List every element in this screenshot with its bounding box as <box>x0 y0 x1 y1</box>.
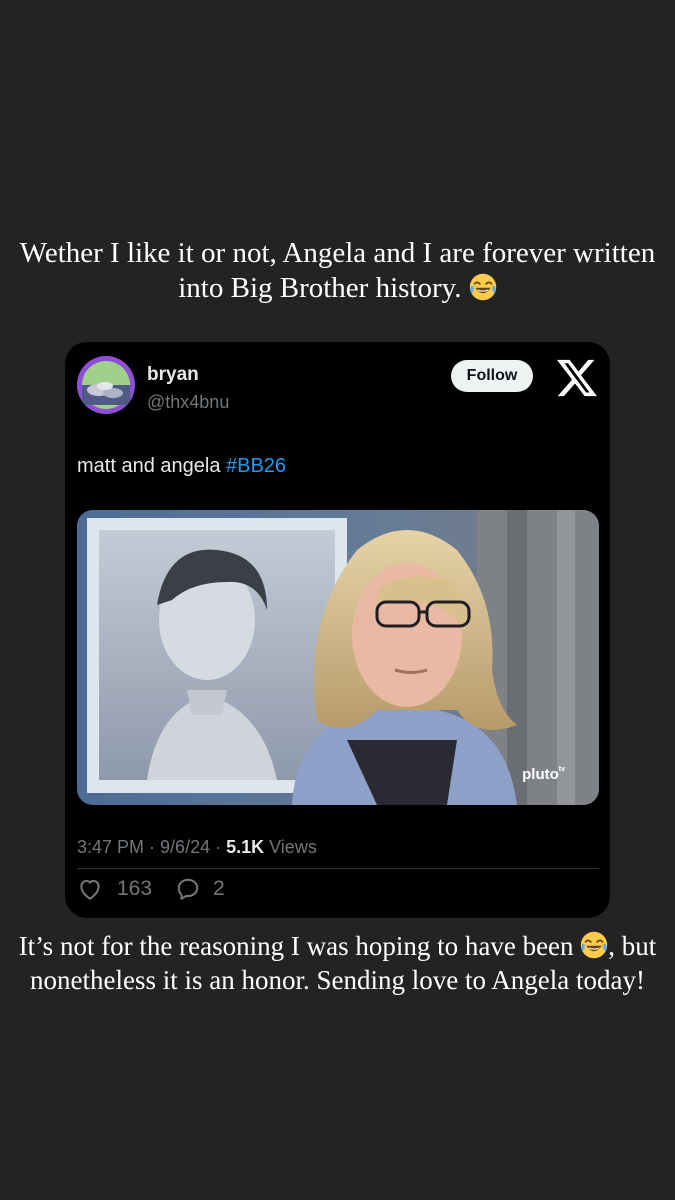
hashtag-link[interactable]: #BB26 <box>226 455 286 477</box>
tweet-body: matt and angela <box>77 455 226 477</box>
story-caption-top: Wether I like it or not, Angela and I ar… <box>0 236 675 307</box>
avatar-image <box>77 356 135 414</box>
user-handle[interactable]: @thx4bnu <box>147 392 229 413</box>
display-name[interactable]: bryan <box>147 364 199 386</box>
x-logo-icon[interactable] <box>555 358 599 398</box>
embedded-tweet-card[interactable]: bryan @thx4bnu Follow matt and angela #B… <box>65 342 610 918</box>
meta-separator-2: · <box>210 837 227 857</box>
meta-separator-1: · <box>144 837 161 857</box>
tweet-text: matt and angela #BB26 <box>77 455 286 478</box>
avatar[interactable] <box>77 356 135 414</box>
heart-icon[interactable] <box>77 876 103 902</box>
tweet-media-image[interactable]: plutotv <box>77 510 599 805</box>
reply-bubble-icon[interactable] <box>175 876 201 902</box>
media-photo <box>77 510 599 805</box>
pluto-watermark-sup: tv <box>558 766 565 773</box>
views-count: 5.1K <box>226 837 265 857</box>
reply-count: 2 <box>213 877 225 900</box>
story-caption-bottom: It’s not for the reasoning I was hoping … <box>0 930 675 998</box>
caption-bottom-text-1: It’s not for the reasoning I was hoping … <box>18 931 574 961</box>
laughing-crying-emoji-icon <box>581 931 608 959</box>
caption-top-text: Wether I like it or not, Angela and I ar… <box>19 237 656 305</box>
divider <box>77 868 599 869</box>
like-count: 163 <box>117 877 153 900</box>
tweet-time[interactable]: 3:47 PM <box>77 837 144 857</box>
views-label: Views <box>264 837 317 857</box>
pluto-tv-watermark: plutotv <box>522 766 565 783</box>
pluto-watermark-text: pluto <box>522 766 559 783</box>
tweet-date[interactable]: 9/6/24 <box>160 837 210 857</box>
tweet-meta: 3:47 PM · 9/6/24 · 5.1K Views <box>77 837 317 858</box>
follow-button[interactable]: Follow <box>451 360 533 392</box>
laughing-crying-emoji-icon <box>469 274 496 301</box>
